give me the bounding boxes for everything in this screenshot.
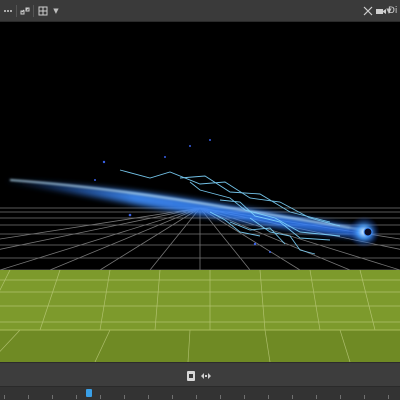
timeline-tick [364,395,365,399]
timeline-tick [244,395,245,399]
timeline-tick [100,395,101,399]
floor-grid [0,207,400,271]
timeline-tick [172,395,173,399]
timeline-tick [220,395,221,399]
display-menu-label[interactable]: Di [388,4,400,18]
app-window: ▼ ▼ Di [0,0,400,400]
dots-icon[interactable] [2,4,14,18]
timeline-tick [388,395,389,399]
grid-icon[interactable] [36,4,50,18]
timeline-tick [148,395,149,399]
scene-canvas [0,139,400,362]
playback-bar [0,362,400,400]
frame-icon[interactable] [187,371,195,381]
playhead[interactable] [86,389,92,397]
timeline[interactable] [0,386,400,400]
timeline-tick [52,395,53,399]
scene-viewport[interactable] [0,22,400,362]
timeline-tick [4,395,5,399]
timeline-tick [196,395,197,399]
timeline-tick [124,395,125,399]
toolbar-divider [16,5,17,17]
viewport-toolbar: ▼ ▼ Di [0,0,400,22]
ground-plane [0,269,400,362]
step-icon[interactable] [200,371,212,381]
timeline-tick [28,395,29,399]
link-icon[interactable] [19,4,31,18]
toolbar-divider [33,5,34,17]
camera-icon[interactable] [376,4,386,18]
playback-controls [0,364,400,386]
timeline-tick [268,395,269,399]
chevron-down-icon[interactable]: ▼ [52,4,60,18]
timeline-tick [340,395,341,399]
energy-beam [8,179,380,248]
timeline-tick [292,395,293,399]
crosshair-icon[interactable] [362,4,374,18]
timeline-tick [316,395,317,399]
timeline-tick [76,395,77,399]
